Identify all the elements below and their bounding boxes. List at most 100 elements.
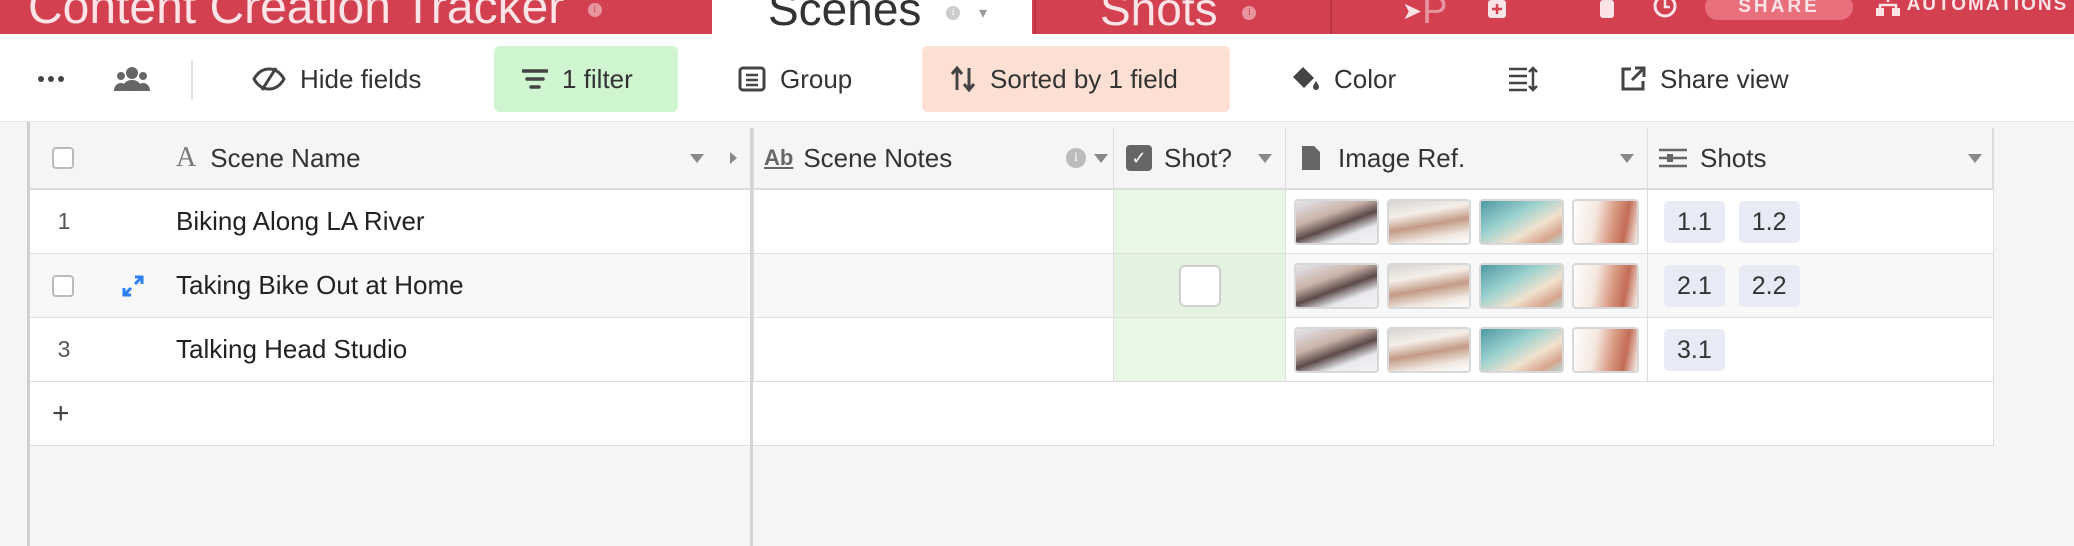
add-record-icon[interactable]: + (52, 382, 70, 445)
automations-icon (1876, 0, 1900, 16)
row-height-icon (1509, 66, 1538, 92)
row-height-button[interactable] (1480, 46, 1566, 112)
chevron-down-icon[interactable]: ▾ (979, 5, 987, 22)
info-icon[interactable]: i (587, 3, 602, 18)
tab-divider (1034, 0, 1036, 34)
chevron-down-icon[interactable] (1968, 153, 1982, 163)
text-field-icon: A (176, 142, 197, 173)
toolbar-divider (191, 60, 193, 100)
image-ref-cell[interactable] (1285, 254, 1647, 317)
frozen-column-divider[interactable] (750, 128, 753, 546)
external-link-icon (1621, 66, 1646, 91)
scene-name-cell[interactable]: Biking Along LA River (176, 190, 425, 253)
color-button[interactable]: Color (1262, 46, 1424, 112)
base-header: Content Creation Tracker i Scenes i ▾ Sh… (0, 0, 2074, 34)
column-header-image-ref[interactable]: Image Ref. (1285, 128, 1647, 190)
shots-cell[interactable]: 2.1 2.2 (1647, 254, 1993, 317)
image-ref-cell[interactable] (1285, 318, 1647, 381)
scene-notes-cell[interactable] (753, 318, 1113, 381)
image-thumbnail[interactable] (1479, 326, 1565, 373)
scene-notes-cell[interactable] (753, 190, 1113, 253)
image-thumbnail[interactable] (1386, 262, 1472, 309)
linked-shot-chip[interactable]: 1.1 (1664, 200, 1725, 243)
ellipsis-icon (38, 76, 64, 82)
tab-shots[interactable]: Shots i (1100, 0, 1257, 34)
group-icon (738, 66, 766, 92)
column-header-scene-name[interactable]: A Scene Name (176, 142, 361, 174)
chevron-down-icon[interactable] (690, 153, 704, 163)
add-table-icon[interactable] (1486, 0, 1508, 22)
eye-slash-icon (252, 67, 286, 91)
table-row[interactable]: Taking Bike Out at Home 2.1 2.2 (30, 254, 1993, 318)
linked-shot-chip[interactable]: 2.1 (1664, 264, 1725, 307)
table-row[interactable]: 3 Talking Head Studio 3.1 (30, 318, 1993, 382)
collaborators-button[interactable] (100, 46, 164, 112)
expand-record-icon[interactable] (122, 254, 144, 317)
image-thumbnail[interactable] (1294, 198, 1379, 245)
header-primary: A Scene Name (30, 128, 720, 190)
hide-fields-button[interactable]: Hide fields (224, 46, 449, 112)
table-row[interactable]: 1 Biking Along LA River 1.1 1.2 (30, 190, 1993, 254)
view-toolbar: Hide fields 1 filter Group Sorted by 1 f… (0, 34, 2074, 122)
shot-checkbox[interactable] (1178, 264, 1221, 307)
linked-shot-chip[interactable]: 1.2 (1738, 200, 1800, 243)
shots-cell[interactable]: 3.1 (1647, 318, 1993, 381)
select-all-checkbox[interactable] (52, 147, 74, 169)
tab-add-overlay-icon: ➤ (1402, 0, 1423, 25)
image-ref-cell[interactable] (1285, 190, 1647, 253)
column-header-scene-notes[interactable]: Ab Scene Notes i (753, 128, 1113, 190)
shot-cell[interactable] (1113, 254, 1285, 317)
attachment-file-icon (1302, 146, 1320, 170)
chevron-down-icon[interactable] (1094, 153, 1108, 163)
checkbox-field-icon: ✓ (1126, 145, 1152, 171)
linked-shot-chip[interactable]: 2.2 (1738, 264, 1800, 307)
scroll-right-icon[interactable] (730, 152, 737, 164)
share-view-button[interactable]: Share view (1592, 46, 1817, 112)
image-thumbnail[interactable] (1479, 262, 1565, 309)
filter-icon (522, 69, 548, 89)
paint-bucket-icon (1293, 67, 1319, 90)
image-thumbnail[interactable] (1386, 198, 1472, 245)
automations-button[interactable]: AUTOMATIONS (1876, 0, 2068, 16)
sort-icon (950, 66, 976, 92)
grid-view: A Scene Name Ab Scene Notes i ✓ Shot? Im… (0, 122, 2074, 546)
row-number: 3 (57, 336, 71, 362)
tab-truncated[interactable]: ➤P (1402, 0, 1447, 33)
info-icon[interactable]: i (1242, 5, 1257, 20)
base-title[interactable]: Content Creation Tracker i (28, 0, 602, 34)
filter-button[interactable]: 1 filter (494, 46, 678, 112)
chevron-down-icon[interactable] (1620, 153, 1634, 163)
row-number: 1 (57, 208, 71, 234)
sort-button[interactable]: Sorted by 1 field (922, 46, 1230, 112)
shot-cell[interactable] (1113, 190, 1285, 253)
info-icon[interactable]: i (946, 5, 961, 20)
scene-notes-cell[interactable] (753, 254, 1113, 317)
history-icon[interactable] (1650, 0, 1677, 22)
row-select-checkbox[interactable] (52, 274, 74, 297)
tab-divider (1330, 0, 1332, 34)
column-header-shot[interactable]: ✓ Shot? (1113, 128, 1285, 190)
group-button[interactable]: Group (710, 46, 880, 112)
image-thumbnail[interactable] (1294, 262, 1379, 309)
column-header-shots[interactable]: Shots (1647, 128, 1993, 190)
scene-name-cell[interactable]: Talking Head Studio (176, 318, 407, 381)
image-thumbnail[interactable] (1386, 326, 1472, 373)
clipboard-icon[interactable] (1596, 0, 1618, 22)
tab-scenes[interactable]: Scenes i ▾ (712, 0, 1032, 34)
more-options-button[interactable] (22, 46, 80, 112)
image-thumbnail[interactable] (1572, 198, 1639, 245)
image-thumbnail[interactable] (1479, 198, 1565, 245)
scene-name-cell[interactable]: Taking Bike Out at Home (176, 254, 464, 317)
shots-cell[interactable]: 1.1 1.2 (1647, 190, 1993, 253)
header-scroll-caret (720, 128, 750, 190)
image-thumbnail[interactable] (1294, 326, 1379, 373)
share-button[interactable]: SHARE (1705, 0, 1853, 20)
info-icon[interactable]: i (1066, 148, 1086, 168)
shot-cell[interactable] (1113, 318, 1285, 381)
image-thumbnail[interactable] (1572, 262, 1639, 309)
linked-record-icon (1659, 148, 1687, 168)
add-row[interactable]: + (30, 382, 1993, 446)
chevron-down-icon[interactable] (1258, 153, 1272, 163)
image-thumbnail[interactable] (1572, 326, 1639, 373)
linked-shot-chip[interactable]: 3.1 (1664, 328, 1725, 371)
